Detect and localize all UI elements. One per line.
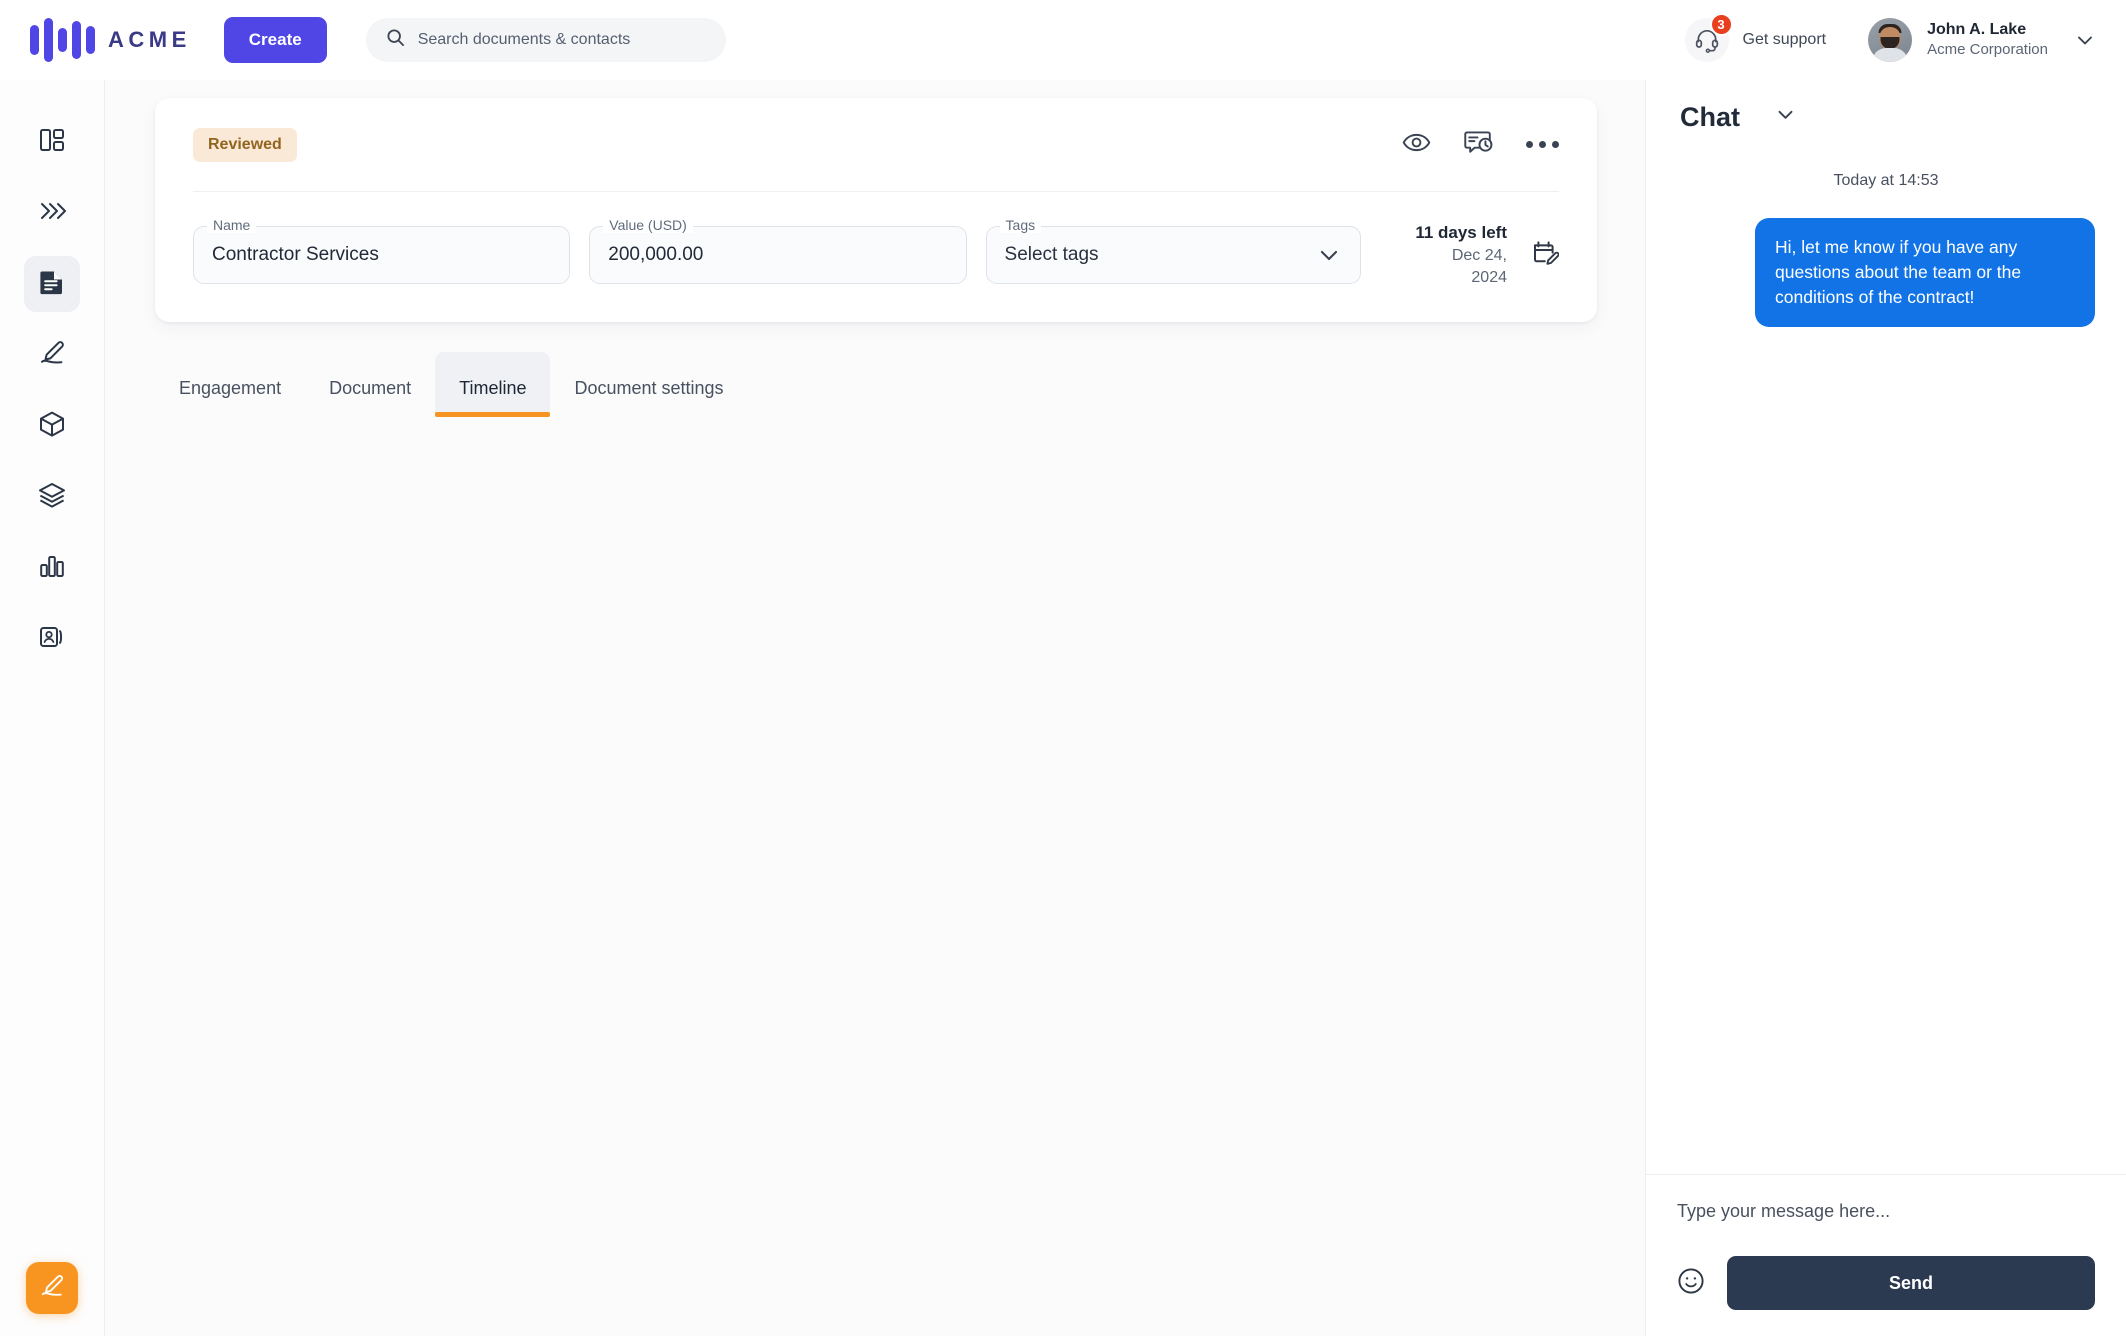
search-icon bbox=[386, 28, 405, 52]
activity-history-button[interactable] bbox=[1464, 128, 1493, 161]
name-field-label: Name bbox=[207, 217, 257, 234]
profile-name: John A. Lake bbox=[1927, 20, 2027, 38]
profile-text: John A. Lake Acme Corporation bbox=[1927, 20, 2048, 61]
tags-selected-value: Select tags bbox=[1004, 244, 1099, 266]
chat-messages: Today at 14:53 Hi, let me know if you ha… bbox=[1646, 154, 2126, 1174]
main-content: Reviewed Name Contractor Services Value … bbox=[105, 80, 1645, 1336]
timeline-panel bbox=[155, 417, 1597, 817]
tab-timeline[interactable]: Timeline bbox=[435, 352, 551, 418]
value-field[interactable]: Value (USD) bbox=[589, 217, 967, 285]
chevron-down-icon bbox=[1316, 242, 1342, 268]
sidebar-item-contacts[interactable] bbox=[24, 611, 80, 667]
document-icon bbox=[39, 268, 65, 301]
more-icon bbox=[1526, 141, 1559, 148]
days-left-label: 11 days left bbox=[1415, 223, 1507, 242]
smiley-icon bbox=[1677, 1267, 1705, 1300]
avatar bbox=[1868, 18, 1913, 62]
search-box[interactable] bbox=[365, 18, 726, 62]
sidebar-item-documents[interactable] bbox=[24, 256, 80, 312]
document-tabs: Engagement Document Timeline Document se… bbox=[155, 352, 1597, 418]
rail-fab-wrap bbox=[0, 1262, 104, 1314]
document-fields-row: Name Value (USD) Tags Select tags bbox=[193, 192, 1560, 322]
document-summary-card: Reviewed Name Contractor Services Value … bbox=[155, 98, 1597, 323]
top-bar: ACME Create Search documents & contacts … bbox=[0, 0, 2126, 80]
eye-icon bbox=[1402, 132, 1431, 158]
due-date-block: 11 days left Dec 24, 2024 bbox=[1414, 222, 1560, 288]
chat-header: Chat bbox=[1646, 80, 2126, 154]
more-options-button[interactable] bbox=[1526, 141, 1559, 148]
calendar-edit-icon bbox=[1531, 239, 1560, 272]
send-button[interactable]: Send bbox=[1727, 1256, 2095, 1310]
sidebar-item-signatures[interactable] bbox=[24, 327, 80, 383]
body-row: Reviewed Name Contractor Services Value … bbox=[0, 80, 2126, 1336]
chat-message-input[interactable] bbox=[1677, 1201, 2095, 1222]
sidebar-item-templates[interactable] bbox=[24, 469, 80, 525]
app-root: ACME Create Search documents & contacts … bbox=[0, 0, 2126, 1336]
tab-engagement[interactable]: Engagement bbox=[155, 362, 305, 417]
headset-icon: 3 bbox=[1684, 13, 1733, 62]
chevron-down-icon bbox=[1774, 103, 1797, 131]
chat-title: Chat bbox=[1680, 101, 1740, 132]
profile-chevron-down-icon[interactable] bbox=[2070, 25, 2100, 55]
sidebar-item-assets[interactable] bbox=[24, 398, 80, 454]
logo-wordmark: ACME bbox=[108, 27, 191, 52]
chevrons-icon bbox=[37, 197, 67, 230]
chat-timestamp: Today at 14:53 bbox=[1833, 172, 1939, 189]
dashboard-icon bbox=[38, 126, 66, 159]
bar-chart-icon bbox=[38, 552, 66, 585]
chat-panel: Chat Today at 14:53 Hi, let me know if y… bbox=[1645, 80, 2126, 1336]
status-badge: Reviewed bbox=[193, 127, 297, 162]
value-input[interactable] bbox=[608, 244, 948, 267]
cube-icon bbox=[38, 410, 66, 443]
value-field-label: Value (USD) bbox=[603, 217, 693, 234]
comment-history-icon bbox=[1464, 128, 1493, 161]
name-field[interactable]: Name bbox=[193, 217, 571, 285]
edit-due-date-button[interactable] bbox=[1531, 239, 1560, 272]
tags-select[interactable]: Tags Select tags bbox=[985, 217, 1361, 285]
due-date-label: Dec 24, 2024 bbox=[1451, 246, 1507, 286]
preview-button[interactable] bbox=[1402, 132, 1431, 158]
get-support-button[interactable]: 3 Get support bbox=[1684, 13, 1827, 62]
tab-document-settings[interactable]: Document settings bbox=[550, 362, 747, 417]
search-input[interactable] bbox=[417, 31, 706, 49]
chat-send-row: Send bbox=[1677, 1256, 2095, 1310]
signature-pen-icon bbox=[39, 1273, 65, 1304]
sidebar-item-reports[interactable] bbox=[24, 540, 80, 596]
profile-org: Acme Corporation bbox=[1927, 41, 2048, 58]
chat-message-bubble: Hi, let me know if you have any question… bbox=[1755, 218, 2095, 327]
sidebar-item-dashboard[interactable] bbox=[24, 114, 80, 170]
name-input[interactable] bbox=[212, 244, 552, 267]
logo-bars-icon bbox=[30, 18, 95, 62]
emoji-picker-button[interactable] bbox=[1677, 1267, 1705, 1300]
app-logo[interactable]: ACME bbox=[30, 18, 191, 62]
tags-field-label: Tags bbox=[999, 217, 1042, 234]
chat-collapse-button[interactable] bbox=[1774, 103, 1797, 131]
get-support-label: Get support bbox=[1742, 31, 1827, 48]
top-bar-right: 3 Get support John A. Lake Acme Corporat… bbox=[1684, 13, 2101, 62]
document-card-actions bbox=[1402, 128, 1559, 161]
layers-icon bbox=[38, 481, 66, 514]
quick-sign-button[interactable] bbox=[26, 1262, 78, 1314]
support-notification-badge: 3 bbox=[1709, 13, 1733, 36]
signature-icon bbox=[38, 339, 66, 372]
due-text: 11 days left Dec 24, 2024 bbox=[1414, 222, 1507, 288]
chat-composer: Send bbox=[1646, 1174, 2126, 1336]
user-profile[interactable]: John A. Lake Acme Corporation bbox=[1868, 18, 2048, 62]
left-rail bbox=[0, 80, 105, 1336]
contacts-icon bbox=[38, 623, 66, 656]
document-card-header: Reviewed bbox=[193, 98, 1559, 192]
tab-document[interactable]: Document bbox=[305, 362, 435, 417]
create-button[interactable]: Create bbox=[223, 17, 327, 63]
sidebar-item-workflows[interactable] bbox=[24, 185, 80, 241]
